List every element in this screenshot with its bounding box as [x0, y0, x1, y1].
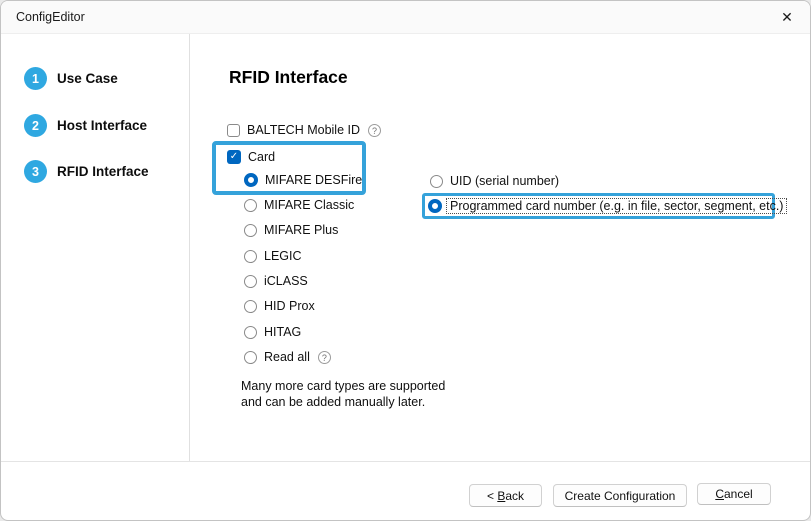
radio-selected[interactable]: [244, 173, 258, 187]
cancel-button-accesskey: C: [715, 487, 724, 501]
radio-row-iclass[interactable]: iCLASS: [244, 272, 308, 290]
create-configuration-button[interactable]: Create Configuration: [553, 484, 687, 507]
sidebar-step-host-interface[interactable]: 2 Host Interface: [24, 114, 147, 137]
sidebar-step-use-case[interactable]: 1 Use Case: [24, 67, 118, 90]
note-text: Many more card types are supported and c…: [241, 379, 445, 410]
radio-unselected[interactable]: [244, 198, 257, 212]
radio-unselected[interactable]: [244, 274, 257, 288]
checkbox-label: BALTECH Mobile ID: [247, 123, 360, 137]
page-title: RFID Interface: [229, 67, 348, 87]
radio-row-hid-prox[interactable]: HID Prox: [244, 297, 315, 315]
radio-label: MIFARE Plus: [264, 223, 339, 237]
radio-unselected[interactable]: [244, 325, 257, 339]
radio-label: HITAG: [264, 325, 302, 339]
step-number-badge: 3: [24, 160, 47, 183]
step-number-badge: 1: [24, 67, 47, 90]
config-editor-window: ConfigEditor ✕ 1 Use Case 2 Host Interfa…: [0, 0, 811, 521]
checkbox-row-baltech-mobile-id[interactable]: BALTECH Mobile ID ?: [227, 121, 381, 139]
radio-unselected[interactable]: [430, 174, 443, 188]
window-title: ConfigEditor: [16, 10, 85, 24]
radio-label: MIFARE DESFire: [265, 173, 363, 187]
radio-row-mifare-plus[interactable]: MIFARE Plus: [244, 221, 338, 239]
radio-selected[interactable]: [428, 199, 442, 213]
radio-label: LEGIC: [264, 249, 302, 263]
radio-label: iCLASS: [264, 274, 308, 288]
radio-label: UID (serial number): [450, 174, 560, 188]
checkbox-checked[interactable]: ✓: [227, 150, 241, 164]
sidebar-divider: [189, 34, 190, 461]
radio-unselected[interactable]: [244, 299, 257, 313]
back-button[interactable]: < Back: [469, 484, 542, 507]
create-button-label: Create Configuration: [564, 488, 676, 503]
radio-label: HID Prox: [264, 299, 315, 313]
back-button-accesskey: B: [497, 488, 506, 503]
footer-divider: [1, 461, 810, 462]
step-label: Host Interface: [57, 118, 148, 133]
radio-row-programmed-card-number[interactable]: Programmed card number (e.g. in file, se…: [428, 197, 788, 215]
checkbox-row-card[interactable]: ✓ Card: [227, 148, 275, 166]
radio-label-focused: Programmed card number (e.g. in file, se…: [446, 198, 788, 214]
sidebar-step-rfid-interface[interactable]: 3 RFID Interface: [24, 160, 149, 183]
radio-row-read-all[interactable]: Read all ?: [244, 348, 331, 366]
radio-label: MIFARE Classic: [264, 198, 355, 212]
checkbox-label: Card: [248, 150, 276, 164]
radio-unselected[interactable]: [244, 350, 257, 364]
checkbox-unchecked[interactable]: [227, 123, 240, 137]
radio-unselected[interactable]: [244, 249, 257, 263]
help-icon[interactable]: ?: [368, 123, 381, 137]
step-label: Use Case: [57, 71, 118, 86]
step-label: RFID Interface: [57, 164, 149, 179]
radio-row-mifare-classic[interactable]: MIFARE Classic: [244, 196, 354, 214]
note-line-1: Many more card types are supported: [241, 379, 446, 393]
radio-row-uid-serial-number[interactable]: UID (serial number): [430, 172, 559, 190]
close-icon[interactable]: ✕: [776, 6, 798, 28]
title-bar: ConfigEditor: [1, 1, 810, 34]
radio-unselected[interactable]: [244, 223, 257, 237]
note-line-2: and can be added manually later.: [241, 394, 426, 409]
radio-label: Read all: [264, 350, 310, 364]
step-number-badge: 2: [24, 114, 47, 137]
help-icon[interactable]: ?: [317, 350, 331, 364]
cancel-button[interactable]: Cancel: [697, 483, 771, 505]
back-button-prefix: <: [486, 488, 498, 503]
radio-row-mifare-desfire[interactable]: MIFARE DESFire: [244, 171, 362, 189]
radio-row-legic[interactable]: LEGIC: [244, 247, 302, 265]
cancel-button-rest: ancel: [723, 487, 753, 501]
radio-row-hitag[interactable]: HITAG: [244, 323, 301, 341]
back-button-rest: ack: [505, 488, 525, 503]
